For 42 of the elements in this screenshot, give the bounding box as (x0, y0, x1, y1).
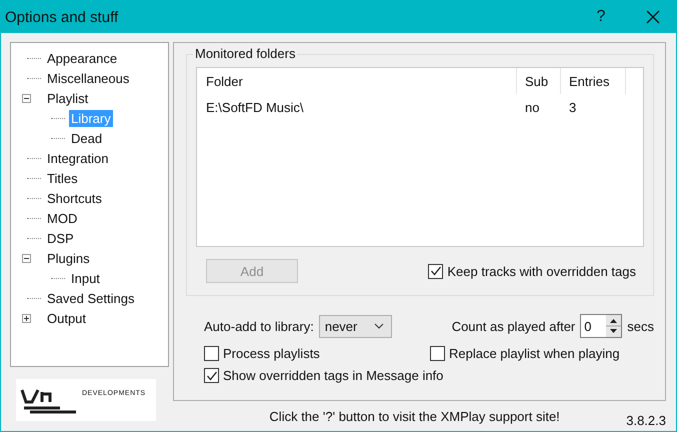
tree-item[interactable]: DSP (45, 230, 76, 246)
seconds-unit: secs (627, 318, 654, 334)
tree-item[interactable]: Input (69, 270, 102, 286)
list-row[interactable]: E:\SoftFD Music\ no 3 (197, 94, 643, 120)
table-cell-text: no (524, 100, 540, 114)
keep-tracks-checkbox[interactable]: Keep tracks with overridden tags (428, 264, 636, 278)
tree-item[interactable]: Integration (45, 150, 110, 166)
spinner-arrows-icon (606, 315, 622, 337)
option-checkbox[interactable]: Show overridden tags in Message info (204, 368, 654, 383)
column-header[interactable]: Folder (197, 68, 517, 94)
option-checkbox[interactable]: Replace playlist when playing (430, 346, 654, 361)
auto-add-label: Auto-add to library: (204, 318, 314, 334)
help-button[interactable]: ? (578, 1, 624, 33)
seconds-spinner[interactable]: 0 (580, 314, 622, 338)
support-hint: Click the '?' button to visit the XMPlay support site! (268, 408, 561, 424)
window-title: Options and stuff (5, 8, 120, 26)
auto-add-dropdown[interactable]: never (318, 314, 392, 338)
tree-item[interactable]: MOD (45, 210, 80, 226)
tree-item[interactable]: Dead (69, 130, 104, 146)
tree-item[interactable]: Titles (45, 170, 80, 186)
expander-icon[interactable] (22, 254, 31, 262)
tree-item[interactable]: Playlist (45, 90, 90, 106)
tree-item[interactable]: Miscellaneous (45, 70, 132, 86)
tree-item[interactable]: Output (45, 310, 88, 326)
table-cell-text: 3 (568, 100, 578, 114)
close-icon (645, 9, 661, 25)
tree-item[interactable]: Saved Settings (45, 290, 136, 306)
option-checkbox[interactable]: Process playlists (204, 346, 430, 361)
version-label: 3.8.2.3 (626, 412, 666, 428)
tree-item[interactable]: Appearance (45, 50, 120, 66)
group-title: Monitored folders (193, 46, 298, 61)
count-played-label: Count as played after (452, 318, 576, 334)
chevron-down-icon (374, 323, 384, 329)
column-header[interactable]: Sub (517, 68, 561, 94)
table-cell-text: E:\SoftFD Music\ (205, 100, 305, 114)
expander-icon[interactable] (22, 94, 31, 102)
tree-item[interactable]: Shortcuts (45, 190, 104, 206)
expander-icon[interactable] (22, 314, 31, 322)
checkmark-icon (430, 265, 442, 277)
checkmark-icon (206, 370, 218, 382)
tree-item[interactable]: Plugins (45, 250, 92, 266)
column-header[interactable]: Entries (561, 68, 626, 94)
